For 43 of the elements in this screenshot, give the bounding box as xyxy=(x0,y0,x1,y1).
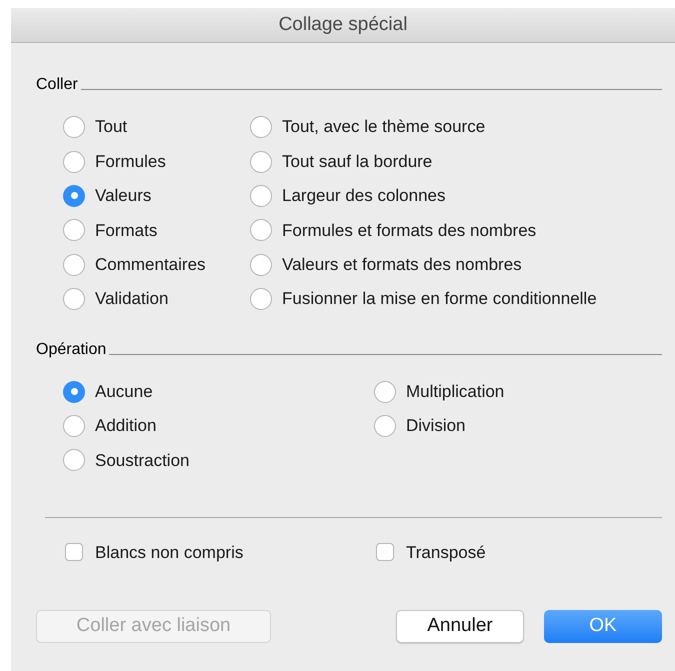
radio-button[interactable] xyxy=(63,116,85,138)
radio-button[interactable] xyxy=(250,184,272,207)
option-label: Largeur des colonnes xyxy=(282,185,446,208)
option-label: Addition xyxy=(95,415,156,438)
option-label: Valeurs et formats des nombres xyxy=(282,254,522,276)
ok-button[interactable]: OK xyxy=(544,610,662,644)
option-label: Validation xyxy=(95,288,168,310)
checkbox-label: Blancs non compris xyxy=(95,542,244,564)
checkbox[interactable] xyxy=(376,543,394,562)
radio-button[interactable] xyxy=(63,380,85,403)
radio-button[interactable] xyxy=(63,184,85,207)
option-label: Formats xyxy=(95,220,158,242)
window-title: Collage spécial xyxy=(278,12,408,37)
radio-button[interactable] xyxy=(63,219,85,242)
push-button[interactable]: Annuler xyxy=(396,610,524,644)
radio-button[interactable] xyxy=(63,414,85,437)
option-label: Division xyxy=(406,415,466,438)
checkbox-label: Transposé xyxy=(406,542,486,564)
option-label: Valeurs xyxy=(95,185,152,208)
radio-button[interactable] xyxy=(374,414,396,437)
checkbox[interactable] xyxy=(65,543,83,562)
radio-button[interactable] xyxy=(63,254,85,276)
option-label: Soustraction xyxy=(95,450,190,472)
radio-button[interactable] xyxy=(374,380,396,403)
radio-button[interactable] xyxy=(63,449,85,472)
radio-button[interactable] xyxy=(250,288,272,310)
option-label: Commentaires xyxy=(95,254,206,276)
section-label: Coller xyxy=(36,77,78,93)
option-label: Fusionner la mise en forme conditionnelle xyxy=(282,288,597,310)
radio-button[interactable] xyxy=(63,150,85,173)
option-label: Aucune xyxy=(95,380,153,403)
option-label: Tout sauf la bordure xyxy=(282,150,432,173)
option-label: Tout, avec le thème source xyxy=(282,116,486,138)
option-label: Tout xyxy=(95,116,128,138)
option-label: Formules et formats des nombres xyxy=(282,220,536,242)
option-label: Multiplication xyxy=(406,380,504,403)
section-label: Opération xyxy=(36,342,106,358)
radio-button[interactable] xyxy=(250,254,272,276)
radio-button[interactable] xyxy=(63,288,85,310)
radio-button[interactable] xyxy=(250,116,272,138)
option-label: Formules xyxy=(95,150,166,173)
radio-button[interactable] xyxy=(250,219,272,242)
radio-button[interactable] xyxy=(250,150,272,173)
